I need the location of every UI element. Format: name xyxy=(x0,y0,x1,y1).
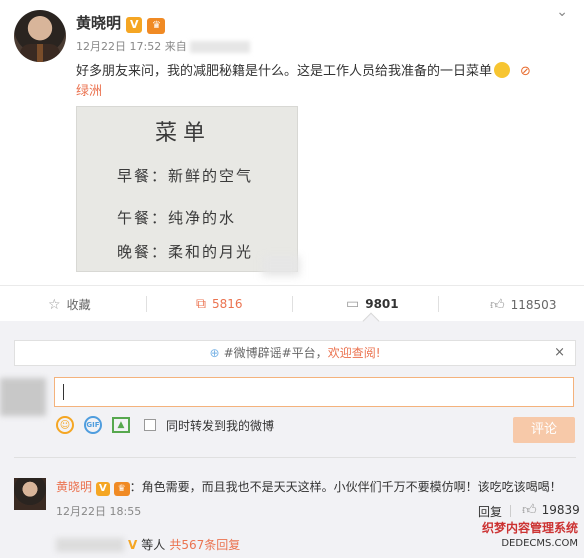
blurred-names xyxy=(56,537,124,552)
comment-like-button[interactable]: 👍︎ 19839 xyxy=(522,501,580,518)
notice-link[interactable]: 欢迎查阅! xyxy=(328,346,381,360)
more-suffix: 等人 xyxy=(141,538,166,552)
comment-like-count: 19839 xyxy=(541,502,580,517)
repost-count: 5816 xyxy=(212,297,243,311)
action-divider xyxy=(146,296,147,312)
compose-tools: ☺ GIF ▲ 同时转发到我的微博 xyxy=(56,416,274,434)
verified-icon: V xyxy=(126,17,143,33)
member-crown-icon: ♛ xyxy=(113,482,130,496)
notice-text: #微博辟谣#平台， xyxy=(223,346,328,360)
menu-breakfast: 早餐：新鲜的空气 xyxy=(117,167,254,185)
thumbs-up-icon: 👍︎ xyxy=(490,297,505,313)
favorite-label: 收藏 xyxy=(66,298,91,312)
emoji-icon xyxy=(494,62,511,78)
action-divider xyxy=(292,296,293,312)
star-icon: ☆ xyxy=(48,296,61,313)
avatar-tie xyxy=(37,44,43,62)
post-location[interactable]: 绿洲 xyxy=(76,80,102,99)
action-bar: ☆ 收藏 ⧉ 5816 ▭ 9801 👍︎ 118503 xyxy=(0,285,584,321)
close-icon[interactable]: × xyxy=(554,341,565,365)
info-icon: ⊕ xyxy=(209,346,220,360)
thumbs-up-icon: 👍︎ xyxy=(522,502,537,518)
menu-photo[interactable]: 菜单 早餐：新鲜的空气 午餐：纯净的水 晚餐：柔和的月光 xyxy=(76,106,298,272)
gif-icon[interactable]: GIF xyxy=(84,416,102,434)
like-button[interactable]: 👍︎ 118503 xyxy=(490,296,556,313)
member-crown-icon: ♛ xyxy=(147,18,166,34)
repost-checkbox[interactable] xyxy=(144,419,156,431)
comment-count: 9801 xyxy=(365,297,399,311)
post-text-body: 好多朋友来问，我的减肥秘籍是什么。这是工作人员给我准备的一日菜单 xyxy=(76,64,493,79)
more-replies[interactable]: V 等人 共567条回复 xyxy=(56,536,240,553)
comment-icon: ▭ xyxy=(346,296,360,312)
watermark-line2: DEDECMS.COM xyxy=(501,538,578,549)
chevron-down-icon[interactable]: ⌄ xyxy=(556,4,568,20)
comment-time: 12月22日 18:55 xyxy=(56,505,142,518)
more-count[interactable]: 共567条回复 xyxy=(169,536,240,553)
comment-author[interactable]: 黄晓明 xyxy=(56,480,92,494)
comment-button[interactable]: ▭ 9801 xyxy=(346,296,399,312)
like-count: 118503 xyxy=(510,297,557,312)
submit-comment-button[interactable]: 评论 xyxy=(513,417,575,443)
blurred-source xyxy=(190,41,251,53)
image-upload-icon[interactable]: ▲ xyxy=(112,417,130,433)
text-cursor xyxy=(63,384,64,400)
blurred-avatar xyxy=(0,378,46,416)
post-text: 好多朋友来问，我的减肥秘籍是什么。这是工作人员给我准备的一日菜单 ⊘ xyxy=(76,60,531,79)
location-pin-icon[interactable]: ⊘ xyxy=(520,64,531,79)
comment-line: 黄晓明 V ♛ ：角色需要，而且我也不是天天这样。小伙伴们千万不要模仿啊！该吃吃该… xyxy=(56,478,562,496)
comment-input[interactable] xyxy=(54,377,574,407)
menu-lunch: 午餐：纯净的水 xyxy=(117,209,237,227)
menu-title: 菜单 xyxy=(155,121,212,146)
rumor-notice: ⊕ #微博辟谣#平台，欢迎查阅! × xyxy=(14,340,576,366)
panel-divider xyxy=(14,457,576,458)
site-watermark: 织梦内容管理系统 DEDECMS.COM xyxy=(482,520,578,552)
comment-text: ：角色需要，而且我也不是天天这样。小伙伴们千万不要模仿啊！该吃吃该喝喝！ xyxy=(129,480,562,494)
blur-smudge xyxy=(262,256,300,276)
action-divider xyxy=(438,296,439,312)
post-author-name[interactable]: 黄晓明 xyxy=(76,14,121,32)
reply-button[interactable]: 回复 xyxy=(478,503,502,520)
favorite-button[interactable]: ☆ 收藏 xyxy=(48,296,91,313)
repost-checkbox-label[interactable]: 同时转发到我的微博 xyxy=(166,417,274,434)
verified-icon: V xyxy=(95,482,110,496)
post-source-prefix: 来自 xyxy=(164,40,187,53)
author-avatar[interactable] xyxy=(14,10,66,62)
repost-button[interactable]: ⧉ 5816 xyxy=(196,296,243,312)
watermark-line1: 织梦内容管理系统 xyxy=(481,521,578,535)
verified-mini-icon: V xyxy=(128,537,138,552)
reply-divider xyxy=(510,505,511,517)
menu-dinner: 晚餐：柔和的月光 xyxy=(117,243,254,261)
comment-avatar[interactable] xyxy=(14,478,46,510)
post-author[interactable]: 黄晓明 V ♛ xyxy=(76,12,166,34)
post-time[interactable]: 12月22日 17:52 xyxy=(76,40,161,53)
emoji-picker-icon[interactable]: ☺ xyxy=(56,416,74,434)
repost-icon: ⧉ xyxy=(196,296,206,312)
post-meta: 12月22日 17:52 来自 xyxy=(76,38,251,54)
